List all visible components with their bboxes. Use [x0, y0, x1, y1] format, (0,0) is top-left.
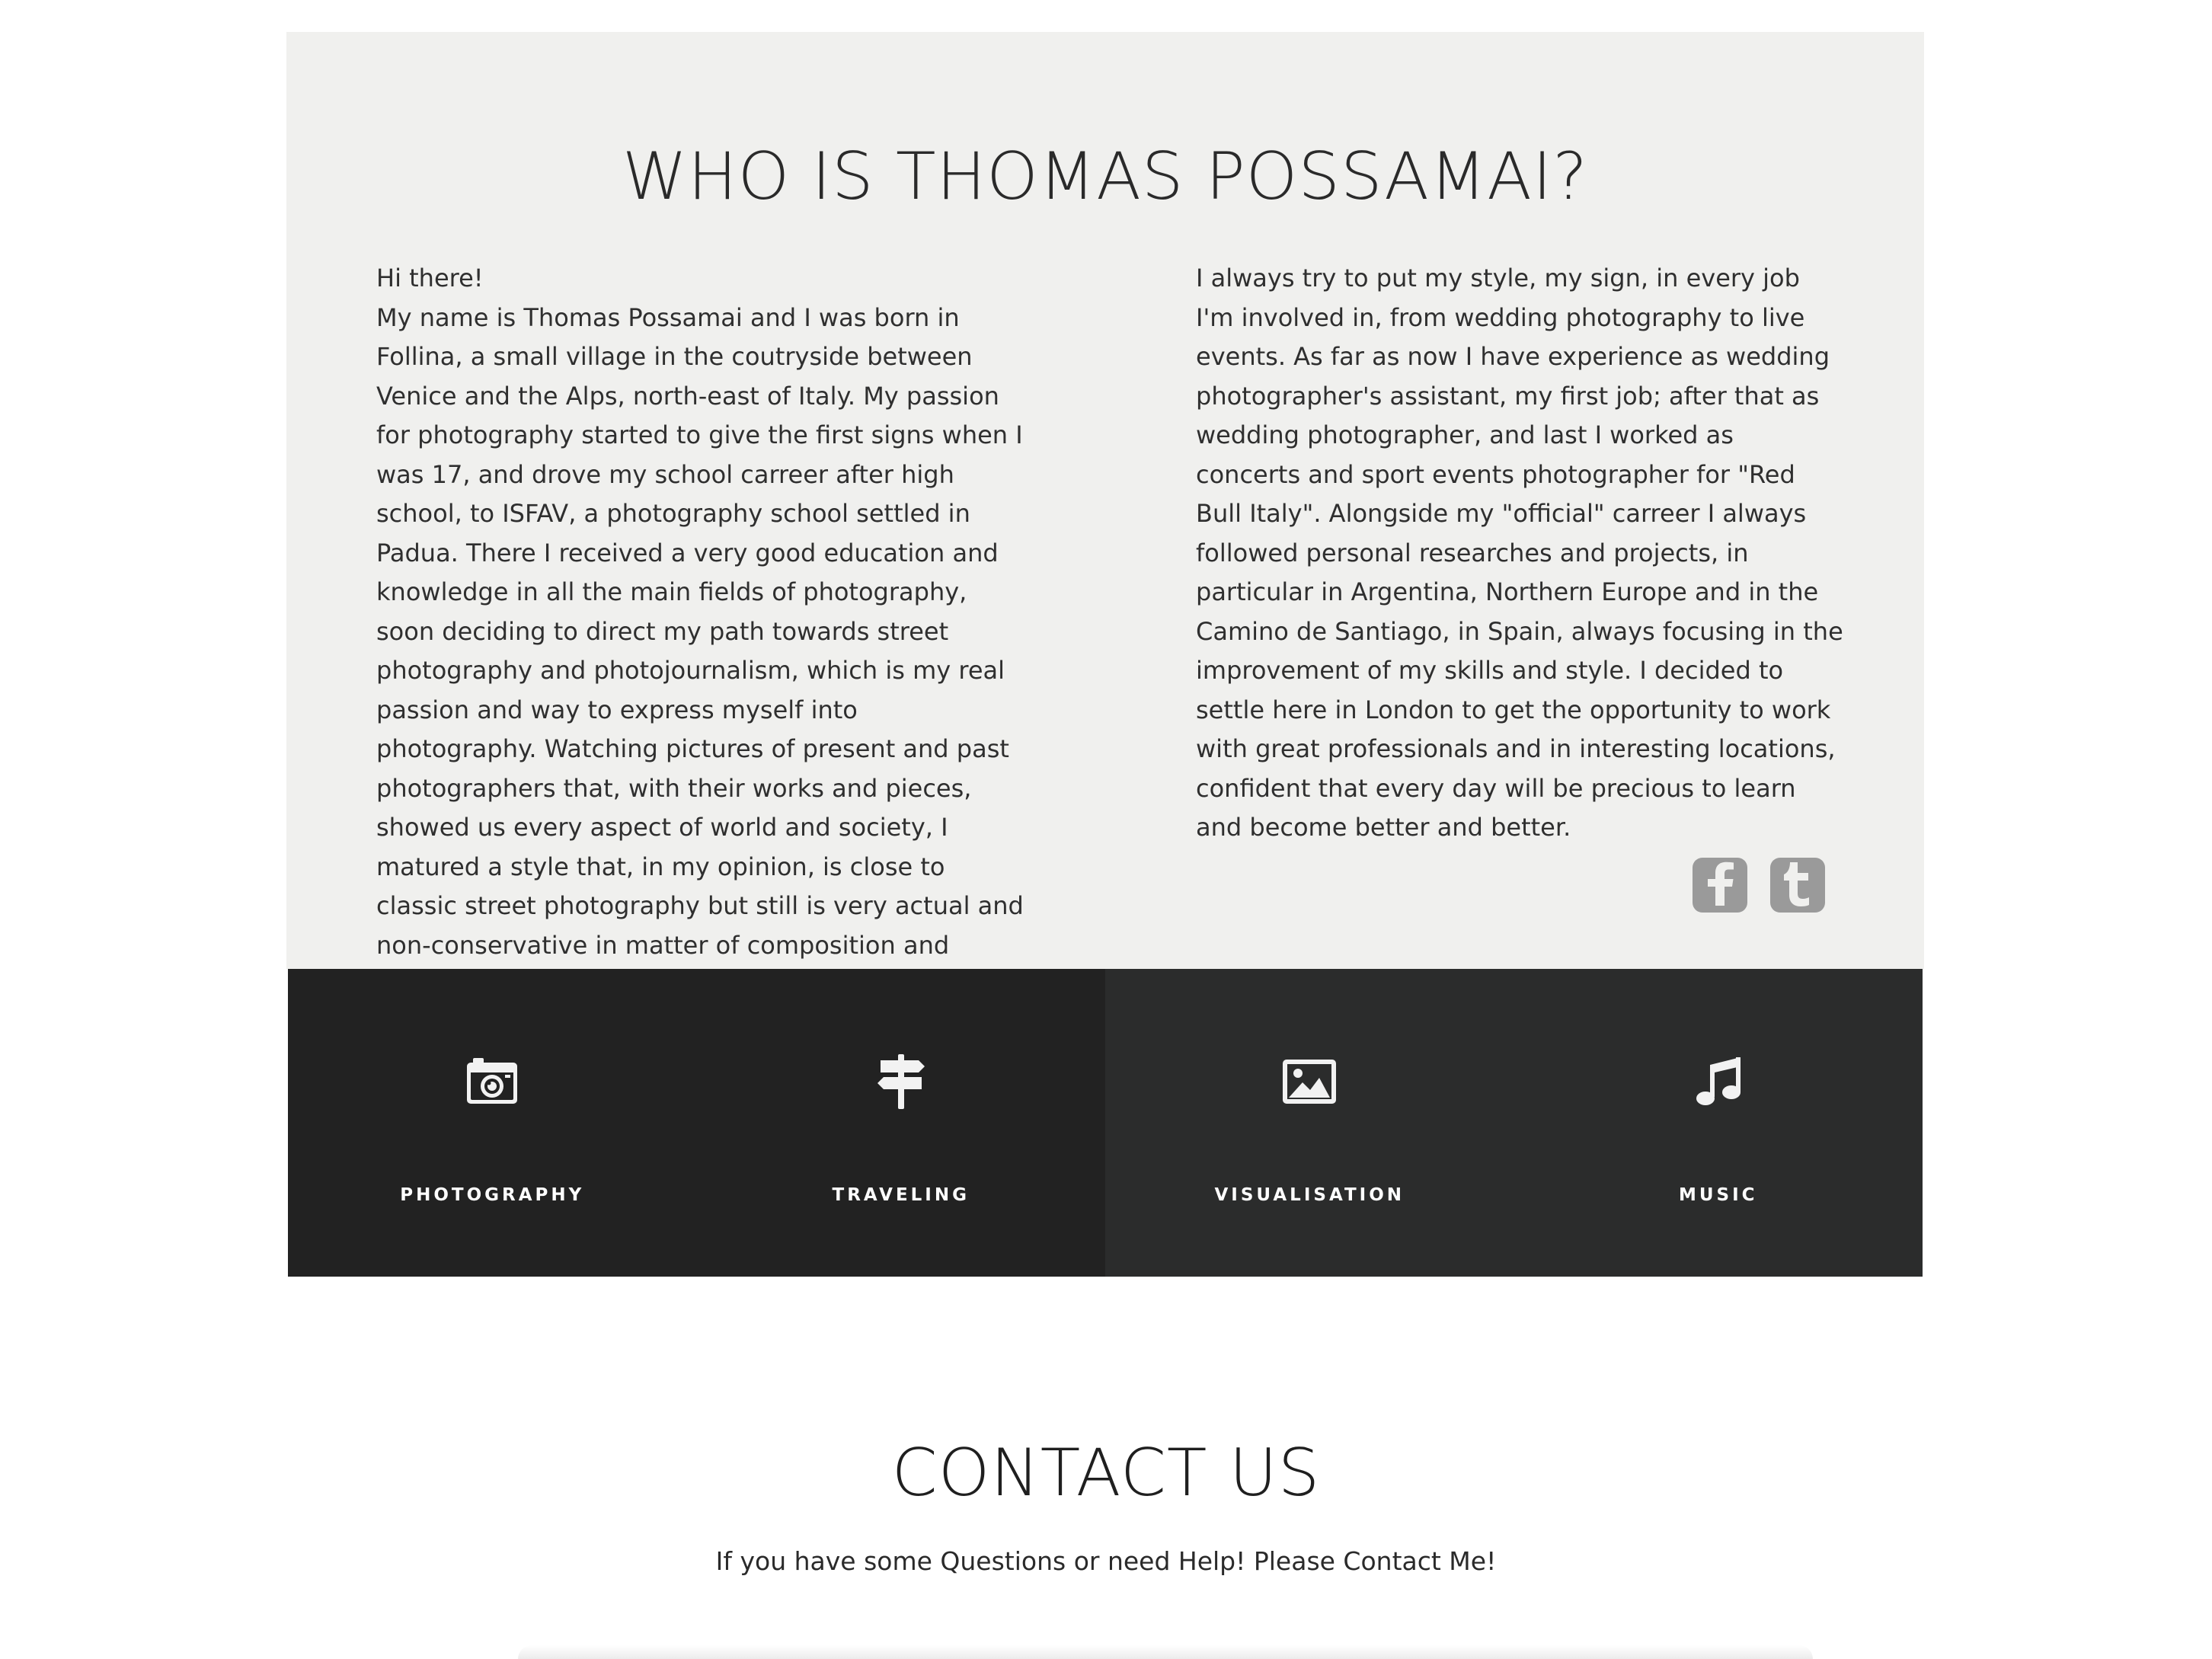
service-label: PHOTOGRAPHY [400, 1185, 585, 1205]
image-icon [1279, 1051, 1340, 1112]
contact-form-edge [518, 1645, 1813, 1659]
service-photography[interactable]: PHOTOGRAPHY [288, 969, 697, 1277]
services-group-left: PHOTOGRAPHY TRAVELING [288, 969, 1105, 1277]
service-traveling[interactable]: TRAVELING [697, 969, 1106, 1277]
about-left-text: Hi there! My name is Thomas Possamai and… [376, 264, 1024, 999]
contact-title: CONTACT US [891, 1435, 1321, 1511]
services-strip: PHOTOGRAPHY TRAVELING VISUALISATION MUSI… [288, 969, 1923, 1277]
tumblr-icon [1781, 861, 1814, 909]
camera-icon [462, 1051, 523, 1112]
service-label: MUSIC [1678, 1185, 1758, 1205]
service-visualisation[interactable]: VISUALISATION [1105, 969, 1514, 1277]
social-links [1693, 858, 1825, 913]
services-group-right: VISUALISATION MUSIC [1105, 969, 1923, 1277]
service-music[interactable]: MUSIC [1514, 969, 1923, 1277]
tumblr-link[interactable] [1770, 858, 1825, 913]
facebook-link[interactable] [1693, 858, 1747, 913]
music-note-icon [1688, 1051, 1749, 1112]
contact-subtitle: If you have some Questions or need Help!… [715, 1546, 1497, 1576]
service-label: TRAVELING [832, 1185, 970, 1205]
about-title: WHO IS THOMAS POSSAMAI? [622, 139, 1589, 215]
service-label: VISUALISATION [1214, 1185, 1405, 1205]
about-section: WHO IS THOMAS POSSAMAI? Hi there! My nam… [286, 32, 1924, 999]
facebook-icon [1705, 861, 1735, 909]
signpost-icon [871, 1051, 932, 1112]
about-right-text: I always try to put my style, my sign, i… [1196, 264, 1843, 842]
